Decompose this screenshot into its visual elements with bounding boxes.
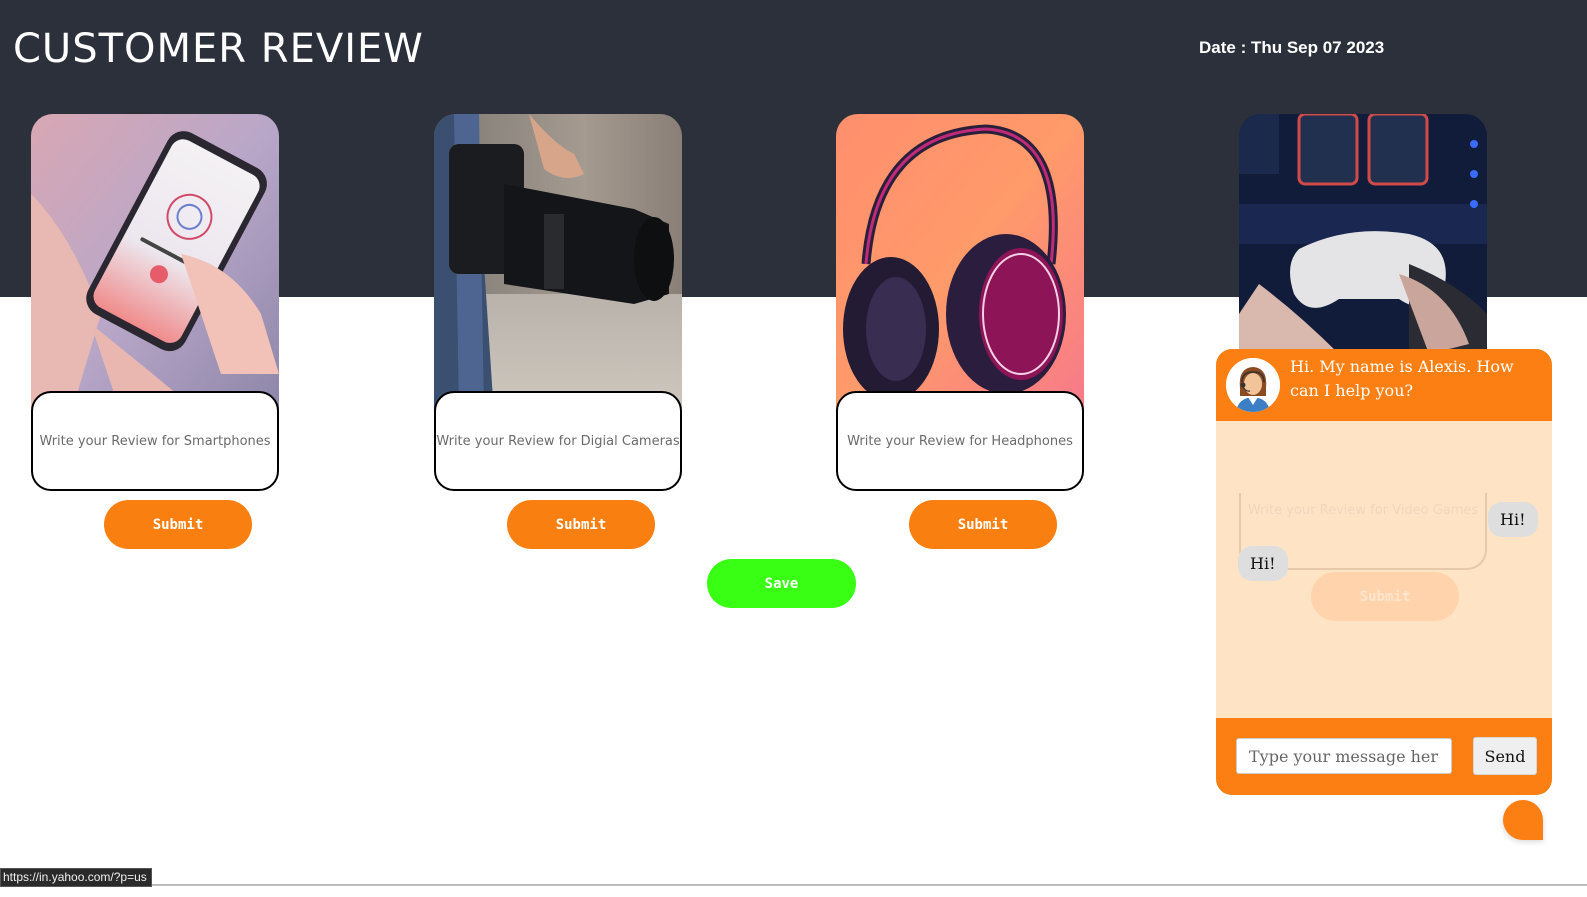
chat-launcher-icon[interactable] [1503,800,1543,840]
chat-header: Hi. My name is Alexis. How can I help yo… [1216,349,1552,421]
send-button[interactable]: Send [1473,737,1537,775]
page-bottom-divider [0,884,1587,886]
agent-greeting: Hi. My name is Alexis. How can I help yo… [1290,357,1514,400]
submit-button-cameras[interactable]: Submit [507,500,655,549]
chat-messages-area: Write your Review for Video Games Submit… [1216,421,1552,718]
submit-button-video-games[interactable]: Submit [1311,572,1459,621]
chat-footer: Send [1216,718,1552,795]
submit-button-smartphones[interactable]: Submit [104,500,252,549]
review-input-headphones[interactable]: Write your Review for Headphones [836,391,1084,491]
chat-message-input[interactable] [1236,738,1452,774]
save-button[interactable]: Save [707,559,856,608]
chat-message-user: Hi! [1488,502,1538,537]
chat-widget: Write your Review for Video Games Submit… [1216,349,1552,795]
current-date: Date : Thu Sep 07 2023 [1199,38,1385,57]
headphones-photo-icon [836,114,1084,414]
camera-photo-icon [434,114,682,414]
review-input-cameras[interactable]: Write your Review for Digial Cameras [434,391,682,491]
review-input-smartphones[interactable]: Write your Review for Smartphones [31,391,279,491]
submit-button-headphones[interactable]: Submit [909,500,1057,549]
smartphone-photo-icon [31,114,279,414]
agent-avatar-icon [1226,358,1280,412]
status-bar-url: https://in.yahoo.com/?p=us [0,868,152,887]
chat-message-bot: Hi! [1238,546,1288,581]
page-title: CUSTOMER REVIEW [13,26,424,72]
